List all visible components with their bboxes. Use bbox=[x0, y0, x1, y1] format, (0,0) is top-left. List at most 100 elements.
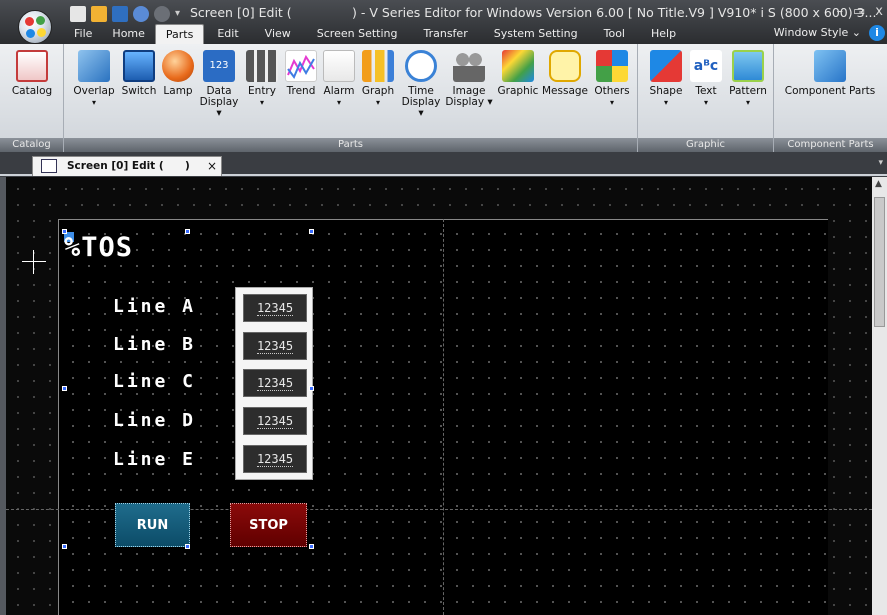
shape-label: Shape bbox=[649, 85, 683, 97]
scroll-up-arrow-icon[interactable]: ▲ bbox=[875, 179, 882, 189]
ribbon-group-graphic: Shape ▾ aᴮc Text ▾ Pattern ▾ Graphic bbox=[638, 44, 774, 152]
info-icon[interactable]: i bbox=[869, 25, 885, 41]
window-style-menu[interactable]: Window Style ⌄ bbox=[774, 26, 861, 39]
line-c-label[interactable]: Line C bbox=[113, 371, 196, 392]
time-display-button[interactable]: Time Display ▾ bbox=[398, 50, 444, 119]
tab-screen-setting[interactable]: Screen Setting bbox=[304, 24, 411, 44]
tab-list-dropdown-icon[interactable]: ▾ bbox=[878, 158, 883, 168]
selection-handle-middle-left[interactable] bbox=[62, 386, 67, 391]
trend-button[interactable]: Trend bbox=[282, 50, 320, 97]
graphic-group-label: Graphic bbox=[638, 138, 773, 152]
overlap-button[interactable]: Overlap ▾ bbox=[70, 50, 118, 108]
tab-home[interactable]: Home bbox=[102, 24, 154, 44]
overlap-label: Overlap bbox=[73, 85, 115, 97]
selection-handle-top-left[interactable] bbox=[62, 229, 67, 234]
text-abc-icon: aᴮc bbox=[690, 50, 722, 82]
tab-help[interactable]: Help bbox=[638, 24, 689, 44]
entry-label: Entry bbox=[248, 85, 276, 97]
selection-handle-top-right[interactable] bbox=[309, 229, 314, 234]
maximize-button[interactable]: ▭ bbox=[853, 4, 865, 19]
minimize-button[interactable]: – bbox=[837, 4, 844, 19]
bar-graph-icon bbox=[362, 50, 394, 82]
component-group-label: Component Parts bbox=[774, 138, 887, 152]
time-display-label: Time Display bbox=[401, 85, 441, 108]
screen-title-text[interactable]: %TOS bbox=[64, 232, 133, 263]
graph-button[interactable]: Graph ▾ bbox=[358, 50, 398, 108]
data-display-button[interactable]: 123 Data Display ▾ bbox=[196, 50, 242, 119]
switch-button[interactable]: Switch bbox=[118, 50, 160, 97]
line-e-label[interactable]: Line E bbox=[113, 449, 196, 470]
logo-dot-blue bbox=[26, 29, 35, 38]
pattern-button[interactable]: Pattern ▾ bbox=[726, 50, 770, 108]
others-tiles-icon bbox=[596, 50, 628, 82]
catalog-button[interactable]: Catalog bbox=[3, 50, 61, 97]
line-b-label[interactable]: Line B bbox=[113, 334, 196, 355]
line-a-label[interactable]: Line A bbox=[113, 296, 196, 317]
message-label: Message bbox=[541, 85, 589, 97]
numeric-display-line-d[interactable]: 12345 bbox=[243, 407, 307, 435]
selection-handle-top-middle[interactable] bbox=[185, 229, 190, 234]
lamp-button[interactable]: Lamp bbox=[160, 50, 196, 97]
tab-edit[interactable]: Edit bbox=[204, 24, 251, 44]
ribbon: Catalog Catalog Overlap ▾ Switch Lamp 123… bbox=[0, 44, 887, 152]
screen-0-tab[interactable]: Screen [0] Edit ( ) × bbox=[32, 156, 222, 176]
run-button[interactable]: RUN bbox=[115, 503, 190, 547]
text-label: Text bbox=[695, 85, 717, 97]
data-display-label: Data Display bbox=[199, 85, 239, 108]
close-button[interactable]: x bbox=[875, 4, 883, 19]
tab-tool[interactable]: Tool bbox=[591, 24, 638, 44]
application-menu-button[interactable] bbox=[18, 10, 52, 44]
close-tab-icon[interactable]: × bbox=[207, 159, 217, 173]
component-parts-button[interactable]: Component Parts bbox=[784, 50, 876, 97]
redo-icon[interactable] bbox=[154, 6, 170, 22]
shape-button[interactable]: Shape ▾ bbox=[646, 50, 686, 108]
numeric-display-panel[interactable]: 12345 12345 12345 12345 12345 bbox=[235, 287, 313, 480]
clock-icon bbox=[405, 50, 437, 82]
graphic-button[interactable]: Graphic bbox=[496, 50, 540, 97]
window-title: Screen [0] Edit ( ) - V Series Editor fo… bbox=[190, 5, 876, 20]
numeric-display-line-b[interactable]: 12345 bbox=[243, 332, 307, 360]
selection-handle-bottom-right[interactable] bbox=[309, 544, 314, 549]
scrollbar-thumb[interactable] bbox=[874, 197, 885, 327]
switch-icon bbox=[123, 50, 155, 82]
line-d-label[interactable]: Line D bbox=[113, 410, 196, 431]
vertical-scrollbar[interactable]: ▲ bbox=[872, 177, 887, 615]
alarm-label: Alarm bbox=[323, 85, 355, 97]
catalog-button-label: Catalog bbox=[11, 85, 53, 97]
window-title-app: ) - V Series Editor for Windows Version … bbox=[352, 5, 877, 20]
numeric-display-line-e[interactable]: 12345 bbox=[243, 445, 307, 473]
image-display-label: Image Display bbox=[445, 85, 486, 108]
text-button[interactable]: aᴮc Text ▾ bbox=[688, 50, 724, 108]
tab-system-setting[interactable]: System Setting bbox=[481, 24, 591, 44]
entry-button[interactable]: Entry ▾ bbox=[244, 50, 280, 108]
screen-edit-icon bbox=[41, 159, 57, 173]
open-folder-icon[interactable] bbox=[91, 6, 107, 22]
selection-handle-bottom-middle[interactable] bbox=[185, 544, 190, 549]
alarm-button[interactable]: Alarm ▾ bbox=[320, 50, 358, 108]
new-file-icon[interactable] bbox=[70, 6, 86, 22]
numeric-display-line-c[interactable]: 12345 bbox=[243, 369, 307, 397]
component-parts-label: Component Parts bbox=[784, 85, 876, 97]
tab-parts[interactable]: Parts bbox=[154, 24, 205, 44]
message-button[interactable]: Message bbox=[540, 50, 590, 97]
vertical-guide-line bbox=[443, 219, 444, 615]
save-icon[interactable] bbox=[112, 6, 128, 22]
title-bar: ▾ Screen [0] Edit ( ) - V Series Editor … bbox=[0, 0, 887, 44]
tab-file[interactable]: File bbox=[64, 24, 102, 44]
image-display-button[interactable]: Image Display ▾ bbox=[444, 50, 494, 108]
selection-handle-middle-right[interactable] bbox=[309, 386, 314, 391]
catalog-book-icon bbox=[16, 50, 48, 82]
lamp-icon bbox=[162, 50, 194, 82]
stop-button[interactable]: STOP bbox=[230, 503, 307, 547]
pattern-image-icon bbox=[732, 50, 764, 82]
customize-qat-icon[interactable]: ▾ bbox=[175, 6, 183, 22]
tab-transfer[interactable]: Transfer bbox=[410, 24, 480, 44]
selection-handle-bottom-left[interactable] bbox=[62, 544, 67, 549]
numeric-display-line-a[interactable]: 12345 bbox=[243, 294, 307, 322]
lamp-label: Lamp bbox=[163, 85, 193, 97]
tab-view[interactable]: View bbox=[252, 24, 304, 44]
others-button[interactable]: Others ▾ bbox=[590, 50, 634, 108]
switch-label: Switch bbox=[121, 85, 157, 97]
undo-icon[interactable] bbox=[133, 6, 149, 22]
ribbon-group-parts: Overlap ▾ Switch Lamp 123 Data Display ▾ … bbox=[64, 44, 638, 152]
